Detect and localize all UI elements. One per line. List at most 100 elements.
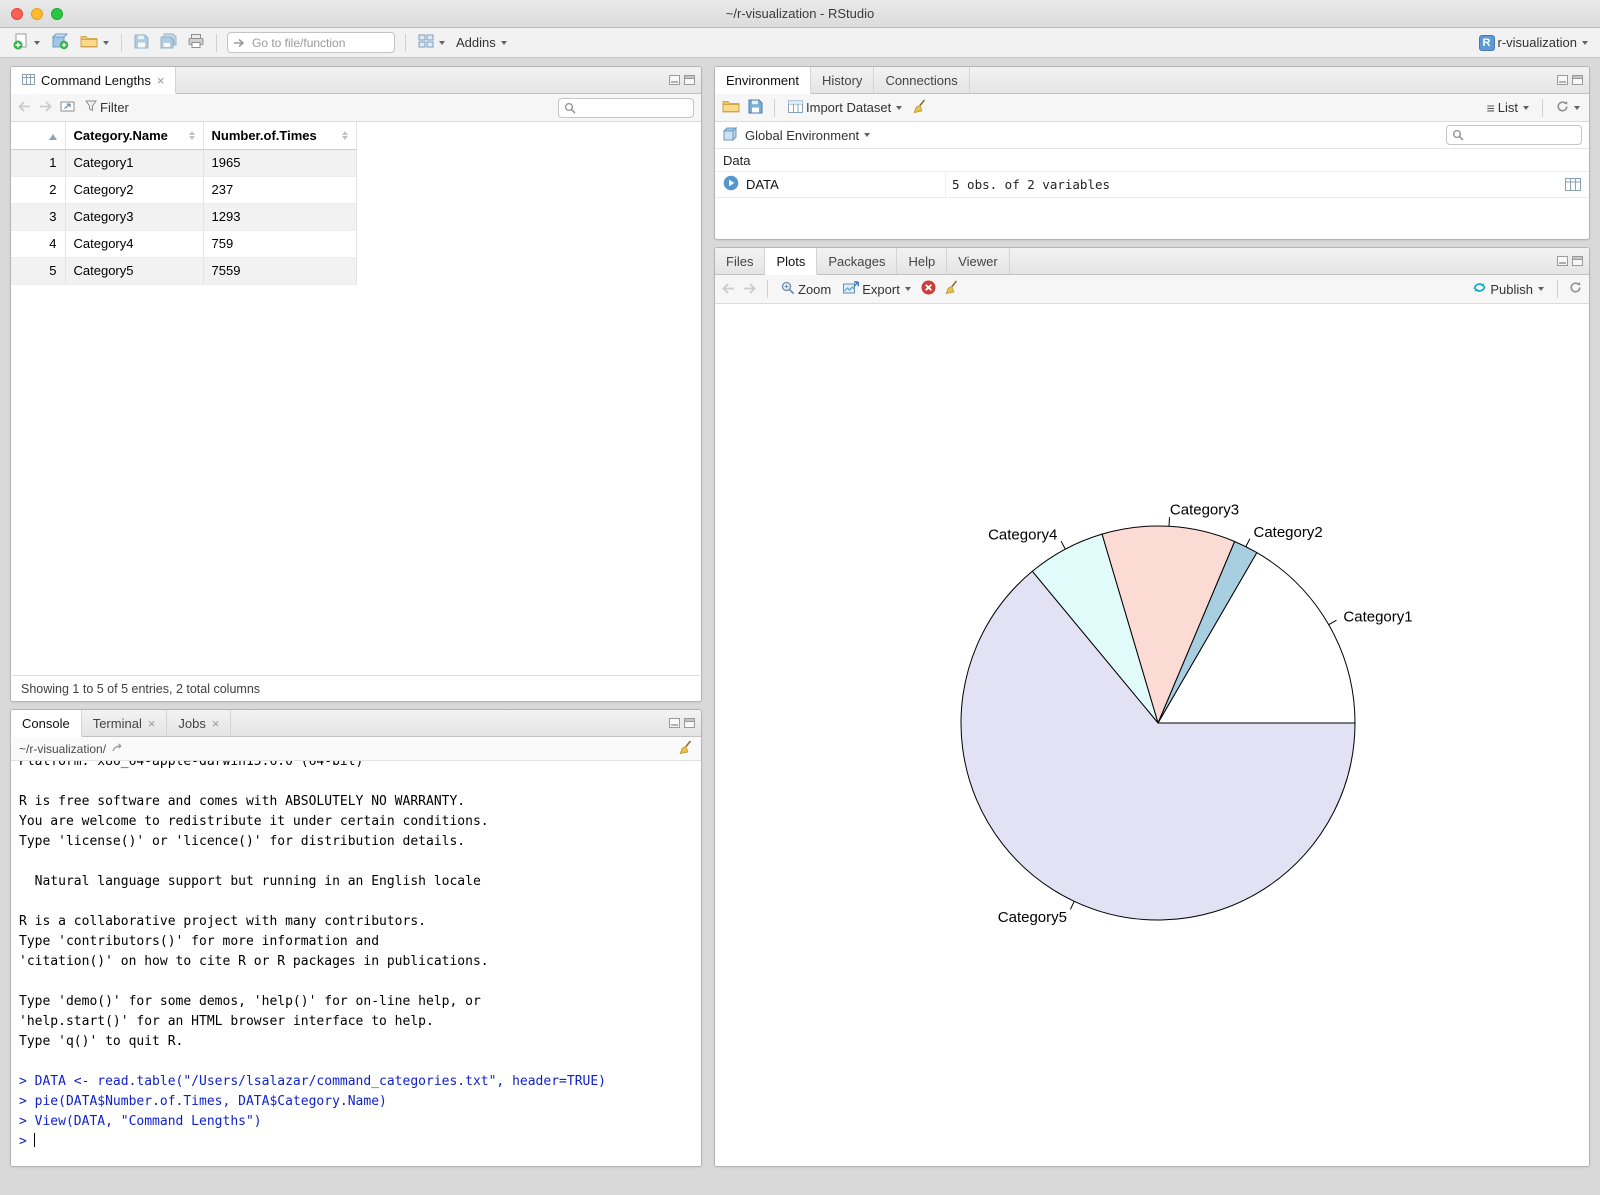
save-icon xyxy=(134,34,149,52)
remove-plot-icon[interactable] xyxy=(921,280,936,298)
tab-label: Files xyxy=(726,253,754,269)
tab-environment[interactable]: Environment xyxy=(715,67,811,94)
minimize-pane-icon[interactable] xyxy=(669,75,680,85)
open-folder-icon xyxy=(80,34,98,51)
scope-label: Global Environment xyxy=(745,127,860,143)
tab-viewer[interactable]: Viewer xyxy=(947,248,1010,274)
table-row[interactable]: 3 Category3 1293 xyxy=(11,203,357,231)
publish-button[interactable]: Publish xyxy=(1470,278,1546,300)
row-number-cell: 4 xyxy=(11,230,66,258)
object-description: 5 obs. of 2 variables xyxy=(945,172,1565,197)
data-viewer-search-input[interactable] xyxy=(580,100,688,115)
tab-console[interactable]: Console xyxy=(11,710,82,737)
import-dataset-button[interactable]: Import Dataset xyxy=(786,98,904,118)
import-dataset-icon xyxy=(788,99,803,116)
clear-all-plots-broom-icon[interactable] xyxy=(944,280,959,298)
tab-history[interactable]: History xyxy=(811,67,875,93)
table-row[interactable]: 1 Category1 1965 xyxy=(11,149,357,177)
list-icon: ≡ xyxy=(1486,99,1495,116)
environment-search-input[interactable] xyxy=(1468,128,1576,142)
minimize-pane-icon[interactable] xyxy=(669,718,680,728)
open-file-button[interactable] xyxy=(78,32,111,53)
maximize-pane-icon[interactable] xyxy=(1572,75,1583,85)
tab-label: Terminal xyxy=(92,715,142,731)
fullscreen-window-button[interactable] xyxy=(51,8,63,20)
table-row[interactable]: 5 Category5 7559 xyxy=(11,257,357,285)
back-icon[interactable] xyxy=(18,100,31,115)
export-plot-button[interactable]: Export xyxy=(841,279,913,299)
chevron-down-icon xyxy=(904,287,911,291)
previous-plot-icon[interactable] xyxy=(722,282,735,297)
refresh-plot-icon[interactable] xyxy=(1569,281,1582,297)
tab-help[interactable]: Help xyxy=(897,248,948,274)
save-all-button[interactable] xyxy=(158,31,179,54)
goto-icon xyxy=(234,38,245,48)
zoom-plot-button[interactable]: Zoom xyxy=(779,279,833,300)
console-path-bar: ~/r-visualization/ xyxy=(11,737,701,761)
console-output-line: 'citation()' on how to cite R or R packa… xyxy=(19,954,489,969)
expand-object-icon[interactable] xyxy=(723,175,739,194)
zoom-label: Zoom xyxy=(798,281,832,297)
tab-command-lengths[interactable]: Command Lengths × xyxy=(11,67,177,94)
table-row[interactable]: 4 Category4 759 xyxy=(11,230,357,258)
category-name-cell: Category4 xyxy=(65,230,204,258)
goto-file-input[interactable] xyxy=(227,32,395,53)
tab-packages[interactable]: Packages xyxy=(817,248,898,274)
tab-files[interactable]: Files xyxy=(715,248,766,274)
export-label: Export xyxy=(862,281,900,297)
table-row[interactable]: 2 Category2 237 xyxy=(11,176,357,204)
list-label: List xyxy=(1497,100,1518,115)
minimize-pane-icon[interactable] xyxy=(1557,256,1568,266)
maximize-pane-icon[interactable] xyxy=(684,718,695,728)
minimize-pane-icon[interactable] xyxy=(1557,75,1568,85)
new-project-button[interactable] xyxy=(49,31,71,55)
console-output-line: Type 'q()' to quit R. xyxy=(19,1034,184,1049)
forward-icon[interactable] xyxy=(39,100,52,115)
close-window-button[interactable] xyxy=(11,8,23,20)
refresh-icon xyxy=(1556,100,1569,116)
tab-jobs[interactable]: Jobs × xyxy=(167,710,232,736)
tab-connections[interactable]: Connections xyxy=(874,67,970,93)
clear-console-broom-icon[interactable] xyxy=(678,739,693,758)
new-document-icon xyxy=(12,33,29,53)
close-tab-icon[interactable]: × xyxy=(157,74,165,87)
environment-scope-selector[interactable]: Global Environment xyxy=(743,126,872,145)
console-output-line: Platform: x86_64-apple-darwin15.6.0 (64-… xyxy=(19,761,364,769)
refresh-environment-button[interactable] xyxy=(1554,98,1582,118)
list-view-button[interactable]: ≡ List xyxy=(1485,98,1531,118)
open-in-new-window-icon[interactable] xyxy=(60,100,75,115)
maximize-pane-icon[interactable] xyxy=(1572,256,1583,266)
save-button[interactable] xyxy=(132,32,151,54)
console-input-line: > View(DATA, "Command Lengths") xyxy=(19,1114,262,1129)
clear-environment-broom-icon[interactable] xyxy=(912,98,927,117)
addins-button[interactable]: Addins xyxy=(454,33,509,52)
tab-plots[interactable]: Plots xyxy=(765,248,818,275)
close-tab-icon[interactable]: × xyxy=(148,717,156,730)
row-number-cell: 1 xyxy=(11,149,66,177)
console-output[interactable]: Platform: x86_64-apple-darwin15.6.0 (64-… xyxy=(11,761,701,1166)
row-number-cell: 3 xyxy=(11,203,66,231)
maximize-pane-icon[interactable] xyxy=(684,75,695,85)
new-file-button[interactable] xyxy=(10,31,42,55)
filter-button[interactable]: Filter xyxy=(83,98,131,117)
pie-label-tick xyxy=(1069,901,1075,910)
column-header-category-name[interactable]: Category.Name xyxy=(65,122,204,150)
row-number-header[interactable] xyxy=(11,122,66,150)
chevron-down-icon xyxy=(439,40,445,45)
save-workspace-icon[interactable] xyxy=(748,99,763,117)
separator xyxy=(1557,280,1558,298)
project-selector[interactable]: R r-visualization xyxy=(1477,33,1590,53)
column-header-number-of-times[interactable]: Number.of.Times xyxy=(203,122,357,150)
print-button[interactable] xyxy=(186,32,206,53)
load-workspace-icon[interactable] xyxy=(722,99,740,116)
close-tab-icon[interactable]: × xyxy=(212,717,220,730)
pane-layout-button[interactable] xyxy=(416,32,447,53)
tab-terminal[interactable]: Terminal × xyxy=(82,710,168,736)
go-to-directory-icon[interactable] xyxy=(112,742,125,756)
environment-object-row[interactable]: DATA 5 obs. of 2 variables xyxy=(715,172,1589,198)
tab-label: Connections xyxy=(885,72,958,88)
minimize-window-button[interactable] xyxy=(31,8,43,20)
next-plot-icon[interactable] xyxy=(743,282,756,297)
console-output-line: R is free software and comes with ABSOLU… xyxy=(19,794,466,809)
view-table-icon[interactable] xyxy=(1565,178,1589,191)
